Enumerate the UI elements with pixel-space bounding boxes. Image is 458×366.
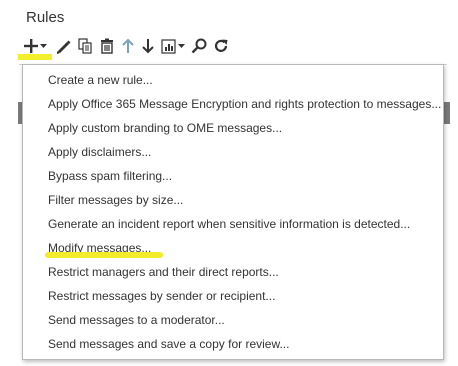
page-title: Rules	[26, 9, 65, 26]
move-down-button[interactable]	[141, 35, 155, 57]
chevron-down-icon	[178, 43, 185, 48]
modify-messages-highlight	[45, 252, 163, 258]
new-button-highlight	[18, 54, 52, 60]
menu-item-filter-by-size[interactable]: Filter messages by size...	[48, 189, 183, 211]
chevron-down-icon	[40, 43, 47, 48]
menu-item-apply-disclaimers[interactable]: Apply disclaimers...	[48, 141, 151, 163]
grid-header-edge-right	[444, 102, 450, 124]
menu-item-incident-report[interactable]: Generate an incident report when sensiti…	[48, 213, 410, 235]
menu-item-restrict-managers[interactable]: Restrict managers and their direct repor…	[48, 261, 279, 283]
move-up-icon	[122, 38, 134, 53]
refresh-icon	[214, 39, 228, 52]
new-rule-menu: Create a new rule... Apply Office 365 Me…	[22, 64, 444, 360]
add-icon	[24, 39, 38, 53]
delete-button[interactable]	[99, 35, 115, 57]
search-icon	[191, 38, 207, 54]
menu-item-restrict-sender-recipient[interactable]: Restrict messages by sender or recipient…	[48, 285, 275, 307]
copy-icon	[78, 38, 92, 54]
refresh-button[interactable]	[213, 35, 229, 57]
edit-button[interactable]	[55, 35, 71, 57]
menu-item-create-new-rule[interactable]: Create a new rule...	[48, 69, 153, 91]
rules-toolbar	[22, 34, 235, 58]
menu-item-bypass-spam[interactable]: Bypass spam filtering...	[48, 165, 172, 187]
menu-item-apply-branding[interactable]: Apply custom branding to OME messages...	[48, 117, 282, 139]
move-down-icon	[142, 39, 154, 54]
delete-icon	[101, 38, 113, 54]
edit-icon	[57, 40, 71, 54]
search-button[interactable]	[191, 35, 207, 57]
report-icon	[161, 38, 176, 54]
menu-item-send-and-save-copy[interactable]: Send messages and save a copy for review…	[48, 333, 289, 355]
menu-item-send-to-moderator[interactable]: Send messages to a moderator...	[48, 309, 225, 331]
copy-button[interactable]	[77, 35, 93, 57]
move-up-button[interactable]	[121, 35, 135, 57]
report-button[interactable]	[161, 35, 185, 57]
menu-item-apply-encryption[interactable]: Apply Office 365 Message Encryption and …	[48, 93, 441, 115]
